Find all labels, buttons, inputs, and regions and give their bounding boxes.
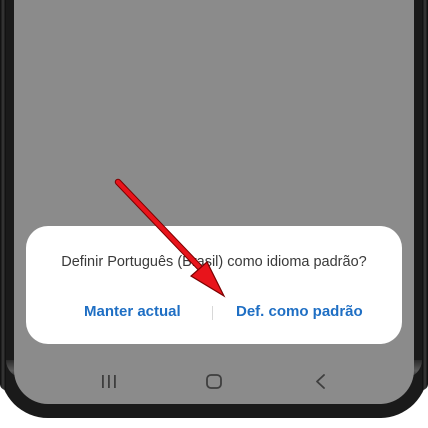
phone-edge-left	[0, 0, 6, 390]
dialog-message: Definir Português (Brasil) como idioma p…	[61, 254, 367, 270]
navigation-bar	[14, 364, 414, 400]
home-button[interactable]	[199, 370, 229, 394]
dialog-actions: Manter actual Def. como padrão	[26, 298, 402, 326]
phone-edge-right	[422, 0, 428, 390]
button-divider	[212, 306, 213, 320]
language-confirm-dialog: Definir Português (Brasil) como idioma p…	[26, 226, 402, 344]
recent-apps-button[interactable]	[94, 370, 124, 394]
keep-current-button[interactable]: Manter actual	[84, 298, 181, 326]
home-icon	[206, 374, 222, 389]
back-icon	[316, 374, 325, 389]
phone-screenshot: Definir Português (Brasil) como idioma p…	[0, 0, 428, 428]
recent-apps-icon	[102, 375, 116, 388]
set-default-button[interactable]: Def. como padrão	[236, 298, 363, 326]
back-button[interactable]	[306, 370, 336, 394]
screen: Definir Português (Brasil) como idioma p…	[14, 0, 414, 404]
